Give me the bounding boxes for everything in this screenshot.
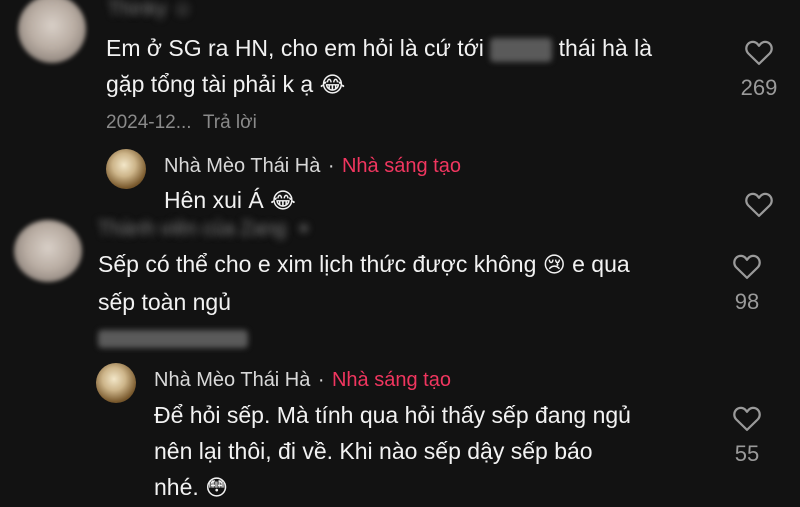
like-button[interactable] bbox=[724, 38, 794, 71]
comment-text: Em ở SG ra HN, cho em hỏi là cứ tới thái… bbox=[106, 35, 653, 98]
commenter-name[interactable]: Thinky ☺ bbox=[108, 0, 193, 21]
redacted-text bbox=[490, 37, 553, 62]
heart-outline-icon bbox=[733, 406, 761, 431]
like-button[interactable] bbox=[724, 190, 794, 223]
reply-header: Nhà Mèo Thái Hà · Nhà sáng tạo bbox=[164, 155, 461, 178]
avatar[interactable] bbox=[96, 363, 136, 403]
comment-text: Sếp có thể cho e xim lịch thức được khôn… bbox=[98, 251, 630, 315]
like-button[interactable] bbox=[712, 252, 782, 285]
reply-text: Hên xui Á 😂 bbox=[164, 187, 296, 214]
author-name[interactable]: Nhà Mèo Thái Hà bbox=[154, 369, 310, 391]
reply-header: Nhà Mèo Thái Hà · Nhà sáng tạo bbox=[154, 369, 451, 392]
reply-text: Để hỏi sếp. Mà tính qua hỏi thấy sếp đan… bbox=[154, 402, 631, 501]
like-count: 269 bbox=[740, 75, 778, 100]
like-button[interactable] bbox=[712, 404, 782, 437]
separator: · bbox=[317, 369, 325, 391]
comment-date: 2024-12... bbox=[106, 112, 192, 133]
comment-meta-redacted bbox=[98, 330, 248, 348]
laughing-emoji: 😂 bbox=[319, 73, 346, 98]
author-name[interactable]: Nhà Mèo Thái Hà bbox=[164, 155, 320, 177]
flushed-emoji: 😳 bbox=[205, 476, 229, 501]
crying-emoji: 😢 bbox=[542, 253, 566, 278]
heart-outline-icon bbox=[733, 254, 761, 279]
avatar[interactable] bbox=[18, 0, 86, 63]
heart-outline-icon bbox=[745, 192, 773, 217]
separator: · bbox=[327, 155, 335, 177]
avatar[interactable] bbox=[14, 220, 82, 282]
creator-badge: Nhà sáng tạo bbox=[331, 369, 451, 391]
commenter-name[interactable]: Thành viên của Zang 🔸 bbox=[98, 216, 316, 241]
comment-meta: 2024-12... Trả lời bbox=[106, 112, 257, 134]
laughing-emoji: 😂 bbox=[270, 189, 296, 214]
heart-outline-icon bbox=[745, 40, 773, 65]
like-count: 98 bbox=[734, 289, 760, 314]
reply-link[interactable]: Trả lời bbox=[203, 112, 257, 133]
like-count: 55 bbox=[734, 441, 760, 466]
creator-badge: Nhà sáng tạo bbox=[341, 155, 461, 177]
avatar[interactable] bbox=[106, 149, 146, 189]
